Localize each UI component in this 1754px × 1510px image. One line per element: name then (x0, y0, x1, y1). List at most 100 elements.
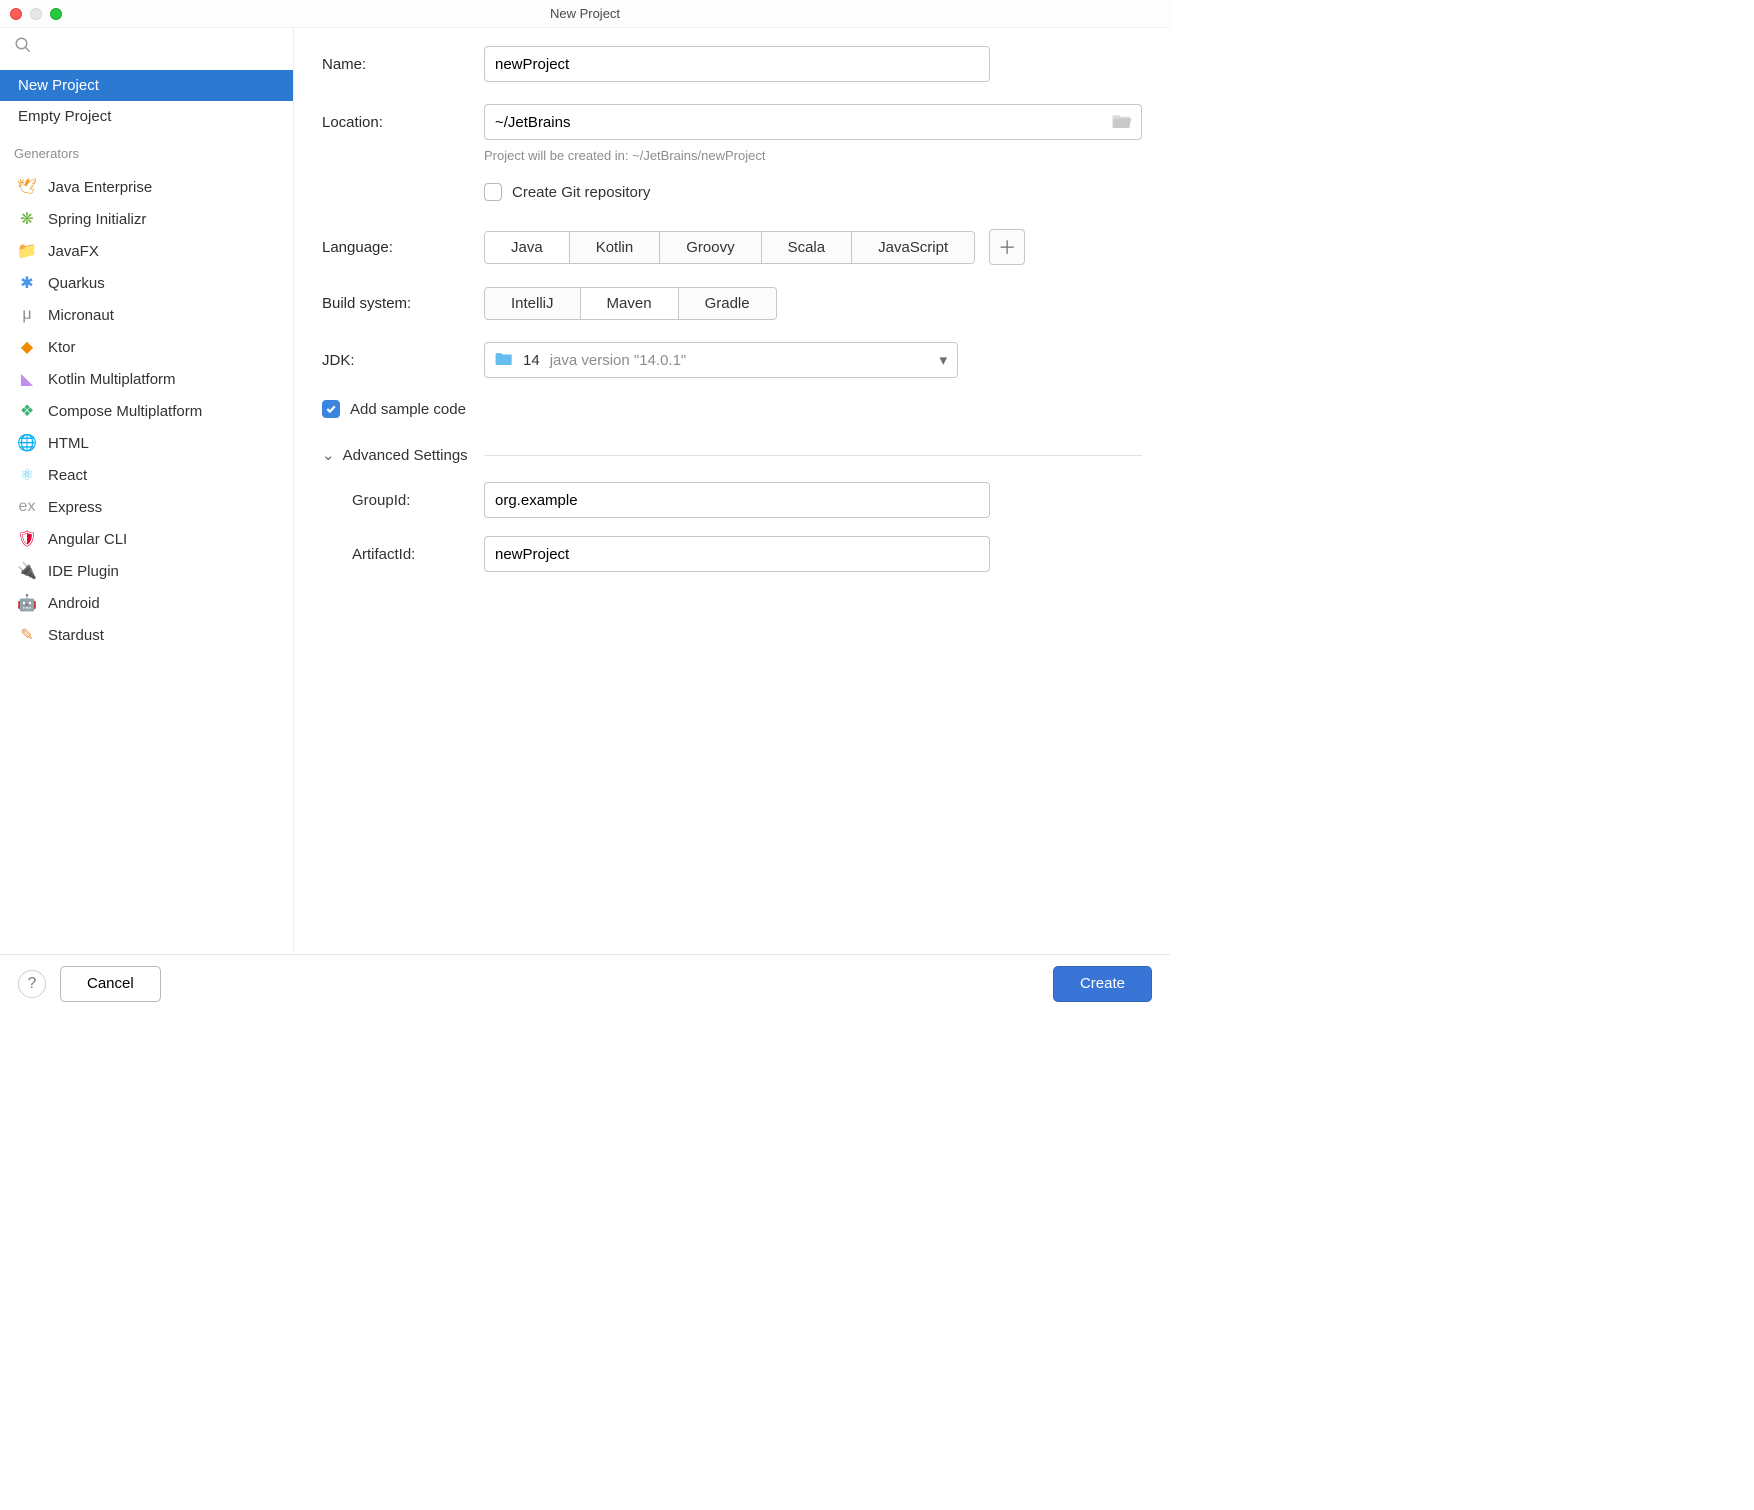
sidebar-item-label: New Project (18, 77, 99, 94)
sidebar-item-html[interactable]: 🌐 HTML (0, 427, 293, 459)
generator-icon: ❋ (18, 210, 36, 228)
generator-icon: ✎ (18, 626, 36, 644)
sidebar: New Project Empty Project Generators 🕊 Jav… (0, 28, 294, 954)
sidebar-item-react[interactable]: ⚛ React (0, 459, 293, 491)
language-label: Language: (322, 239, 484, 256)
seg-option-groovy[interactable]: Groovy (660, 232, 761, 263)
sidebar-item-label: Java Enterprise (48, 179, 152, 196)
sidebar-item-spring-initializr[interactable]: ❋ Spring Initializr (0, 203, 293, 235)
checkbox-checked-icon (322, 400, 340, 418)
artifactid-label: ArtifactId: (352, 546, 484, 563)
sidebar-item-label: Empty Project (18, 108, 111, 125)
jdk-label: JDK: (322, 352, 484, 369)
sidebar-item-label: Spring Initializr (48, 211, 146, 228)
sidebar-item-label: Android (48, 595, 100, 612)
create-git-label: Create Git repository (512, 184, 650, 201)
minimize-window-button[interactable] (30, 8, 42, 20)
seg-option-java[interactable]: Java (485, 232, 570, 263)
browse-folder-icon[interactable] (1112, 112, 1132, 132)
sidebar-item-express[interactable]: ex Express (0, 491, 293, 523)
window-title: New Project (0, 6, 1170, 21)
generator-icon: 📁 (18, 242, 36, 260)
create-git-checkbox[interactable]: Create Git repository (484, 183, 650, 201)
sidebar-item-label: Angular CLI (48, 531, 127, 548)
location-hint: Project will be created in: ~/JetBrains/… (484, 148, 1142, 163)
sample-code-label: Add sample code (350, 401, 466, 418)
seg-option-gradle[interactable]: Gradle (679, 288, 776, 319)
sidebar-item-quarkus[interactable]: ✱ Quarkus (0, 267, 293, 299)
sidebar-item-empty-project[interactable]: Empty Project (0, 101, 293, 132)
sidebar-item-new-project[interactable]: New Project (0, 70, 293, 101)
maximize-window-button[interactable] (50, 8, 62, 20)
titlebar: New Project (0, 0, 1170, 28)
generator-icon: ◣ (18, 370, 36, 388)
sidebar-item-label: React (48, 467, 87, 484)
divider (484, 455, 1142, 456)
seg-option-javascript[interactable]: JavaScript (852, 232, 974, 263)
generator-icon: 🌐 (18, 434, 36, 452)
help-button[interactable]: ? (18, 970, 46, 998)
advanced-header-label: Advanced Settings (343, 447, 468, 464)
sidebar-item-java-enterprise[interactable]: 🕊 Java Enterprise (0, 171, 293, 203)
create-button[interactable]: Create (1053, 966, 1152, 1002)
add-language-button[interactable]: ＋ (989, 229, 1025, 265)
sidebar-item-label: HTML (48, 435, 89, 452)
seg-option-scala[interactable]: Scala (762, 232, 853, 263)
chevron-down-icon: ⌄ (322, 446, 335, 464)
jdk-value-prefix: 14 (523, 352, 540, 369)
jdk-dropdown[interactable]: 14 java version "14.0.1" ▾ (484, 342, 958, 378)
sidebar-item-label: Compose Multiplatform (48, 403, 202, 420)
jdk-value-suffix: java version "14.0.1" (550, 352, 687, 369)
generator-icon: 🛡 (18, 530, 36, 548)
checkbox-unchecked-icon (484, 183, 502, 201)
footer: ? Cancel Create (0, 954, 1170, 1012)
sidebar-item-label: Quarkus (48, 275, 105, 292)
sidebar-item-ktor[interactable]: ◆ Ktor (0, 331, 293, 363)
sidebar-item-label: Express (48, 499, 102, 516)
sidebar-item-label: Stardust (48, 627, 104, 644)
seg-option-intellij[interactable]: IntelliJ (485, 288, 581, 319)
sidebar-item-label: Kotlin Multiplatform (48, 371, 176, 388)
sidebar-item-label: Micronaut (48, 307, 114, 324)
sidebar-search[interactable] (0, 28, 293, 66)
cancel-button[interactable]: Cancel (60, 966, 161, 1002)
generator-icon: 🔌 (18, 562, 36, 580)
sidebar-item-kotlin-multiplatform[interactable]: ◣ Kotlin Multiplatform (0, 363, 293, 395)
advanced-settings-toggle[interactable]: ⌄ Advanced Settings (322, 446, 1142, 464)
form-panel: Name: Location: Project will be created … (294, 28, 1170, 954)
sidebar-item-compose-multiplatform[interactable]: ❖ Compose Multiplatform (0, 395, 293, 427)
sidebar-item-android[interactable]: 🤖 Android (0, 587, 293, 619)
generators-header: Generators (0, 132, 293, 167)
seg-option-kotlin[interactable]: Kotlin (570, 232, 661, 263)
generator-icon: ⚛ (18, 466, 36, 484)
location-input[interactable] (484, 104, 1142, 140)
generator-icon: 🤖 (18, 594, 36, 612)
sidebar-item-ide-plugin[interactable]: 🔌 IDE Plugin (0, 555, 293, 587)
close-window-button[interactable] (10, 8, 22, 20)
language-segmented: JavaKotlinGroovyScalaJavaScript (484, 231, 975, 264)
generator-icon: ex (18, 498, 36, 516)
window-controls (10, 8, 62, 20)
generator-icon: μ (18, 306, 36, 324)
build-segmented: IntelliJMavenGradle (484, 287, 777, 320)
artifactid-input[interactable] (484, 536, 990, 572)
generator-icon: 🕊 (18, 178, 36, 196)
sidebar-item-micronaut[interactable]: μ Micronaut (0, 299, 293, 331)
sidebar-item-javafx[interactable]: 📁JavaFX (0, 235, 293, 267)
name-input[interactable] (484, 46, 990, 82)
groupid-label: GroupId: (352, 492, 484, 509)
generator-icon: ◆ (18, 338, 36, 356)
sample-code-checkbox[interactable]: Add sample code (322, 400, 466, 418)
sidebar-item-stardust[interactable]: ✎ Stardust (0, 619, 293, 651)
generator-icon: ✱ (18, 274, 36, 292)
build-label: Build system: (322, 295, 484, 312)
sidebar-item-angular-cli[interactable]: 🛡 Angular CLI (0, 523, 293, 555)
seg-option-maven[interactable]: Maven (581, 288, 679, 319)
groupid-input[interactable] (484, 482, 990, 518)
sidebar-item-label: IDE Plugin (48, 563, 119, 580)
sidebar-item-label: Ktor (48, 339, 76, 356)
generator-icon: ❖ (18, 402, 36, 420)
location-label: Location: (322, 114, 484, 131)
chevron-down-icon: ▾ (939, 351, 947, 369)
search-icon (14, 36, 32, 54)
